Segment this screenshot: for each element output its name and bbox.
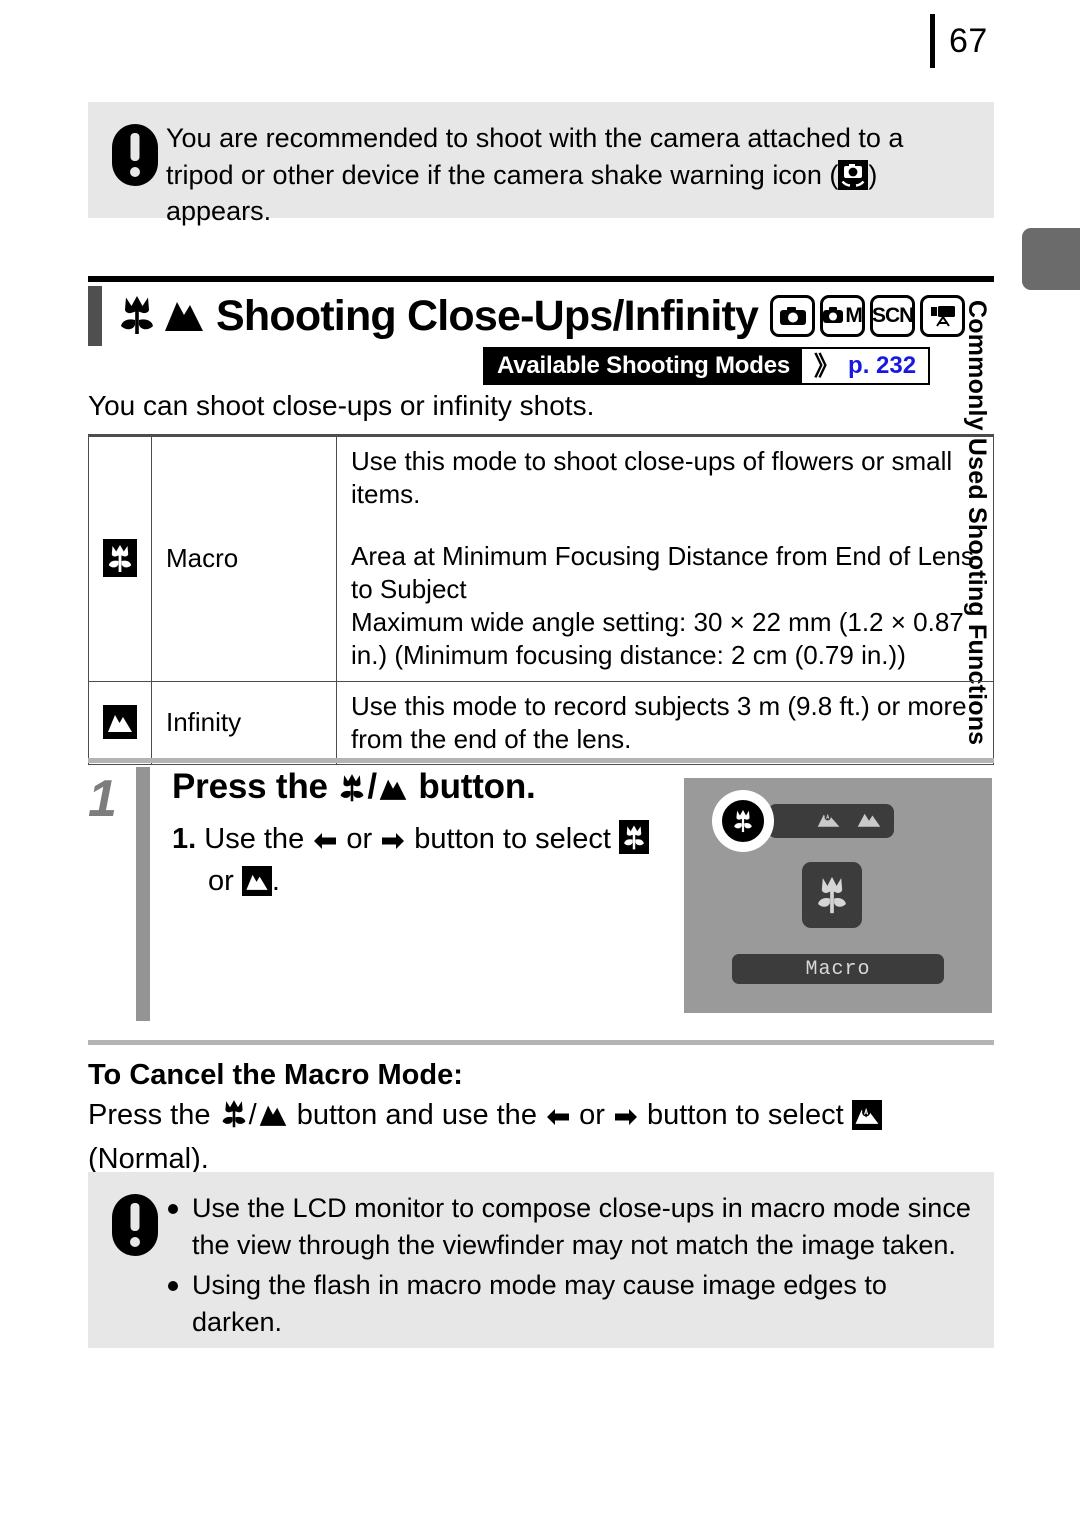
cancel-macro-section: To Cancel the Macro Mode: Press the / bu… <box>88 1040 994 1179</box>
macro-tulip-icon <box>116 292 158 341</box>
macro-tulip-icon <box>719 797 767 845</box>
macro-tulip-icon-large <box>802 862 862 928</box>
cancel-pre: Press the <box>88 1099 211 1131</box>
cancel-mid: button and use the <box>296 1099 537 1131</box>
infinity-mountain-icon <box>377 771 409 811</box>
cancel-or: or <box>579 1099 605 1131</box>
chevron-right-icon: 》 <box>814 351 841 381</box>
row-icon-macro <box>88 434 152 682</box>
intro-text: You can shoot close-ups or infinity shot… <box>88 390 595 421</box>
note-top-body: You are recommended to shoot with the ca… <box>166 118 976 226</box>
step-top-rule <box>88 758 994 763</box>
arrow-right-icon <box>613 1099 639 1138</box>
macro-tulip-icon <box>337 771 367 812</box>
manual-camera-mode-icon: M <box>820 295 866 337</box>
infinity-mountain-icon <box>856 809 882 834</box>
macro-desc-line-1: Use this mode to shoot close-ups of flow… <box>351 446 953 510</box>
list-item: Use the LCD monitor to compose close-ups… <box>166 1190 976 1263</box>
row-desc-macro: Use this mode to shoot close-ups of flow… <box>336 434 994 682</box>
infinity-mountain-icon <box>257 1100 289 1139</box>
scene-mode-label: SCN <box>871 304 914 327</box>
page-number: 67 <box>949 22 988 60</box>
step-title-post: button. <box>418 767 536 806</box>
macro-desc-line-3: Maximum wide angle setting: 30 × 22 mm (… <box>351 607 964 671</box>
cancel-section-title: To Cancel the Macro Mode: <box>88 1059 463 1091</box>
table-row: Macro Use this mode to shoot close-ups o… <box>88 434 994 682</box>
auto-camera-mode-icon <box>770 295 816 337</box>
page-reference-link[interactable]: p. 232 <box>848 352 916 380</box>
macro-tulip-icon <box>219 1097 249 1140</box>
section-heading: Shooting Close-Ups/Infinity M SCN <box>88 276 994 347</box>
row-name-macro: Macro <box>151 434 337 682</box>
arrow-left-icon <box>312 823 338 862</box>
note-bottom-body: Use the LCD monitor to compose close-ups… <box>166 1188 976 1337</box>
infinity-mountain-icon <box>162 294 206 339</box>
manual-page: 67 Commonly Used Shooting Functions You … <box>0 0 1080 1521</box>
available-modes-label: Available Shooting Modes <box>485 349 803 383</box>
cancel-top-rule <box>88 1040 994 1045</box>
side-tab-block <box>1022 228 1080 290</box>
lcd-mode-label: Macro <box>732 954 944 984</box>
note-top-text-1: You are recommended to shoot with the ca… <box>166 123 904 190</box>
movie-mode-icon <box>920 295 966 337</box>
lcd-mode-option-bar <box>768 804 894 838</box>
exclamation-icon <box>104 118 166 202</box>
substep-index: 1. <box>172 823 197 856</box>
table-row: Infinity Use this mode to record subject… <box>88 680 994 766</box>
camera-shake-warning-icon <box>838 159 869 190</box>
heading-top-rule <box>88 276 994 282</box>
row-desc-infinity: Use this mode to record subjects 3 m (9.… <box>336 680 994 766</box>
cancel-sep: / <box>248 1099 257 1131</box>
exclamation-icon <box>104 1188 166 1332</box>
scene-mode-icon: SCN <box>870 295 916 337</box>
normal-mode-icon <box>851 1100 882 1130</box>
selected-mode-highlight <box>712 790 774 852</box>
page-number-header: 67 <box>930 14 988 68</box>
page-number-rule <box>930 14 935 68</box>
cancel-mid2: button to select <box>647 1099 844 1131</box>
macro-tulip-icon <box>619 820 649 855</box>
substep-or: or <box>346 823 373 856</box>
lcd-screen-illustration: Macro <box>684 778 992 1013</box>
heading-accent-bar <box>88 286 102 346</box>
infinity-mountain-icon <box>241 866 272 897</box>
arrow-right-icon <box>380 823 406 862</box>
normal-mode-icon <box>816 809 842 834</box>
infinity-desc-line-1: Use this mode to record subjects 3 m (9.… <box>351 690 967 754</box>
row-icon-infinity <box>88 680 152 766</box>
substep-cont-or: or <box>208 865 234 898</box>
row-name-infinity: Infinity <box>151 680 337 766</box>
note-box-top: You are recommended to shoot with the ca… <box>88 102 994 226</box>
mode-chip-list: M SCN <box>770 295 966 337</box>
note-box-bottom: Use the LCD monitor to compose close-ups… <box>88 1172 994 1348</box>
macro-desc-line-2: Area at Minimum Focusing Distance from E… <box>351 540 974 604</box>
mode-description-table: Macro Use this mode to shoot close-ups o… <box>88 434 994 766</box>
cancel-section-body: Press the / button and use the or button… <box>88 1096 994 1179</box>
substep-end: . <box>271 865 280 898</box>
available-shooting-modes-badge[interactable]: Available Shooting Modes 》 p. 232 <box>483 347 931 385</box>
step-number: 1 <box>88 770 117 828</box>
arrow-left-icon <box>545 1099 571 1138</box>
step-title-sep: / <box>367 767 377 806</box>
list-item: Using the flash in macro mode may cause … <box>166 1267 976 1340</box>
step-accent-bar <box>136 767 150 1021</box>
substep-mid: button to select <box>414 823 611 856</box>
note-bullet-list: Use the LCD monitor to compose close-ups… <box>166 1190 976 1341</box>
step-title-pre: Press the <box>172 767 328 806</box>
substep-pre: Use the <box>204 823 305 856</box>
page-title: Shooting Close-Ups/Infinity <box>216 291 759 340</box>
cancel-end: (Normal). <box>88 1143 209 1176</box>
manual-mode-letter: M <box>845 304 862 327</box>
